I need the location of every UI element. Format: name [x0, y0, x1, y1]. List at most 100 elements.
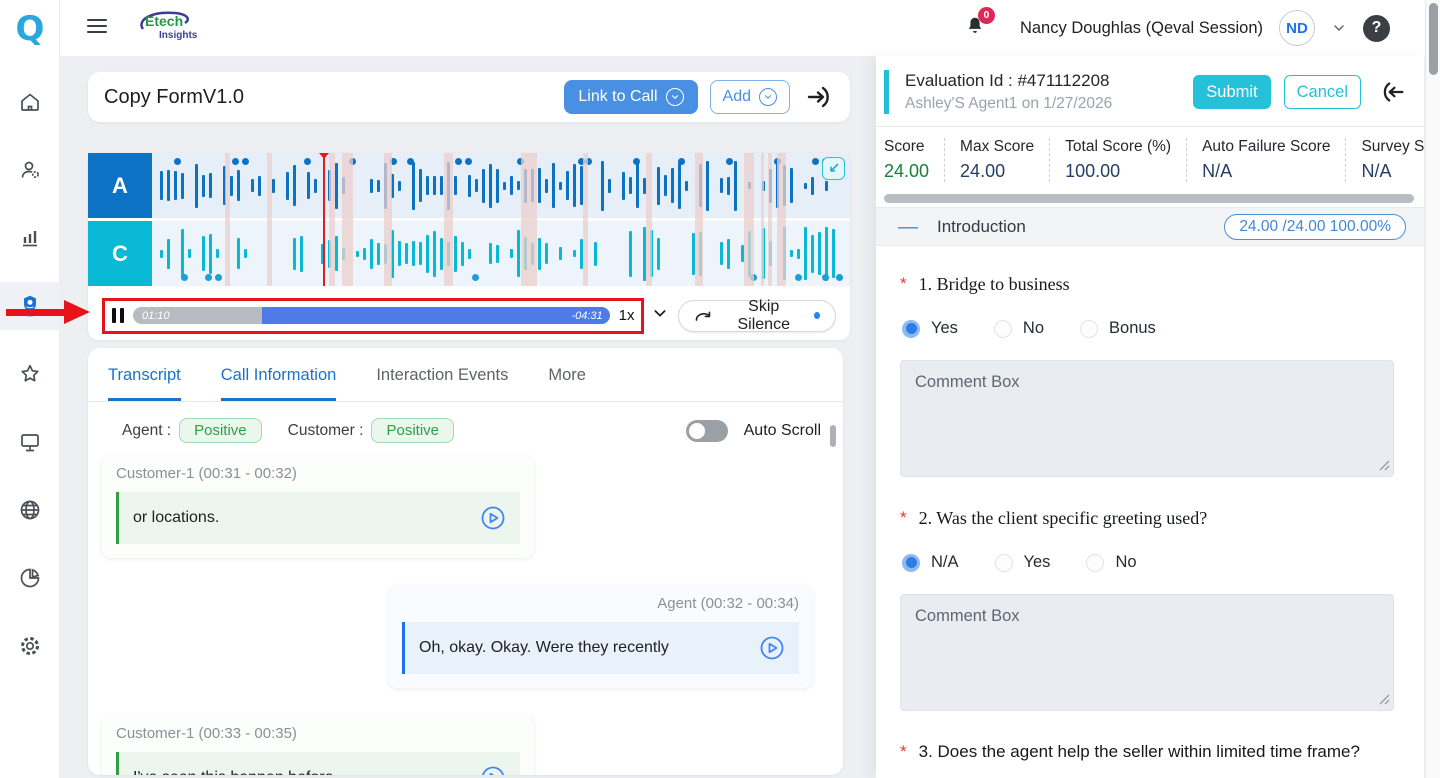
transcript-card: Transcript Call Information Interaction … — [88, 348, 843, 775]
transcript-message: Customer-1 (00:31 - 00:32)or locations. — [102, 455, 534, 558]
agent-sentiment-label: Agent : — [122, 422, 171, 440]
pause-button[interactable] — [112, 308, 124, 323]
score-value: 24.00 — [960, 161, 1034, 182]
radio-button[interactable] — [994, 320, 1012, 338]
sidebar-item-reports[interactable] — [0, 214, 60, 262]
playhead-cursor[interactable] — [323, 153, 325, 286]
svg-text:Insights: Insights — [159, 30, 198, 41]
radio-option-na[interactable]: N/A — [902, 553, 959, 572]
speech-markers-c — [160, 274, 846, 281]
score-cell: Total Score (%)100.00 — [1050, 138, 1187, 182]
monitor-icon — [18, 430, 42, 454]
home-icon — [18, 90, 42, 114]
notification-bell[interactable]: 0 — [964, 14, 986, 43]
section-score-badge: 24.00 /24.00 100.00% — [1224, 214, 1406, 240]
horizontal-scrollbar-thumb[interactable] — [884, 194, 1414, 203]
comment-box-wrap — [900, 360, 1394, 482]
play-message-button[interactable] — [480, 505, 506, 531]
help-button[interactable]: ? — [1363, 15, 1390, 42]
radio-button[interactable] — [995, 554, 1013, 572]
score-value: N/A — [1202, 161, 1330, 182]
progress-bar[interactable]: 01:10 -04:31 — [133, 307, 610, 324]
auto-scroll-label: Auto Scroll — [744, 422, 821, 440]
comment-box-wrap — [900, 594, 1394, 716]
required-asterisk: * — [900, 740, 907, 764]
transcript-scrollbar-thumb[interactable] — [830, 425, 836, 447]
page-scrollbar[interactable] — [1425, 0, 1440, 778]
user-gear-icon — [18, 158, 42, 182]
auto-scroll-toggle[interactable] — [686, 420, 728, 442]
tab-transcript[interactable]: Transcript — [108, 366, 181, 401]
add-button[interactable]: Add — [710, 80, 790, 114]
radio-button[interactable] — [902, 320, 920, 338]
agent-sentiment-badge: Positive — [179, 418, 262, 443]
qeval-logo: Q — [0, 0, 60, 58]
sidebar-item-monitor[interactable] — [0, 418, 60, 466]
radio-group: Yes No Bonus — [902, 319, 1394, 338]
sidebar-item-settings[interactable] — [0, 622, 60, 670]
page-scrollbar-thumb[interactable] — [1429, 3, 1438, 75]
remaining-time: -04:31 — [571, 310, 602, 322]
hamburger-menu-icon[interactable] — [87, 18, 107, 39]
channel-a-label: A — [88, 153, 152, 218]
waveform[interactable]: A C — [88, 153, 850, 286]
link-to-call-button[interactable]: Link to Call — [564, 80, 697, 114]
radio-button[interactable] — [902, 554, 920, 572]
skip-silence-status-dot — [814, 312, 820, 319]
sidebar-item-home[interactable] — [0, 78, 60, 126]
comment-box[interactable] — [900, 594, 1394, 711]
comment-box[interactable] — [900, 360, 1394, 477]
tab-call-information[interactable]: Call Information — [221, 366, 337, 401]
tab-more[interactable]: More — [548, 366, 586, 401]
question-text-row: *1. Bridge to business — [900, 272, 1394, 297]
waveform-bars-a — [160, 153, 846, 218]
tab-interaction-events[interactable]: Interaction Events — [376, 366, 508, 401]
transcript-message: Agent (00:32 - 00:34)Oh, okay. Okay. Wer… — [388, 585, 813, 688]
chevron-down-icon[interactable] — [1331, 20, 1347, 36]
collapse-waveform-icon[interactable] — [822, 157, 845, 180]
section-collapse-icon[interactable]: — — [898, 217, 918, 237]
play-message-button[interactable] — [480, 765, 506, 775]
customer-sentiment-badge: Positive — [371, 418, 454, 443]
radio-option-no[interactable]: No — [994, 319, 1044, 338]
open-panel-arrow-icon[interactable] — [802, 81, 834, 113]
evaluation-panel: Evaluation Id : #471112208 Ashley'S Agen… — [876, 56, 1424, 778]
message-text: I've seen this happen before. — [133, 769, 480, 775]
link-to-call-label: Link to Call — [578, 88, 657, 106]
message-speaker-time: Customer-1 (00:33 - 00:35) — [116, 725, 520, 742]
skip-silence-button[interactable]: Skip Silence — [678, 300, 836, 332]
avatar[interactable]: ND — [1279, 10, 1315, 46]
radio-option-no[interactable]: No — [1086, 553, 1136, 572]
radio-label: No — [1023, 319, 1044, 338]
cancel-button[interactable]: Cancel — [1284, 75, 1361, 109]
radio-option-yes[interactable]: Yes — [902, 319, 958, 338]
annotation-arrow — [6, 300, 92, 324]
question-text: 1. Bridge to business — [919, 272, 1070, 297]
sidebar-item-favorites[interactable] — [0, 350, 60, 398]
score-strip: Score24.00Max Score24.00Total Score (%)1… — [876, 127, 1424, 194]
sidebar-item-web[interactable] — [0, 486, 60, 534]
play-message-button[interactable] — [759, 635, 785, 661]
submit-button[interactable]: Submit — [1193, 75, 1270, 109]
radio-label: No — [1115, 553, 1136, 572]
sidebar-item-agent-settings[interactable] — [0, 146, 60, 194]
score-cell: Max Score24.00 — [945, 138, 1050, 182]
player-options-chevron-icon[interactable] — [652, 305, 668, 326]
score-cell: Auto Failure Score N/A — [1187, 138, 1346, 182]
radio-button[interactable] — [1086, 554, 1104, 572]
form-title-card: Copy FormV1.0 Link to Call Add — [88, 72, 850, 122]
radio-button[interactable] — [1080, 320, 1098, 338]
left-sidebar: Q — [0, 0, 60, 778]
radio-option-bonus[interactable]: Bonus — [1080, 319, 1156, 338]
question-text: 2. Was the client specific greeting used… — [919, 506, 1208, 531]
sidebar-item-analytics[interactable] — [0, 554, 60, 602]
message-bubble: Oh, okay. Okay. Were they recently — [402, 622, 799, 674]
message-speaker-time: Customer-1 (00:31 - 00:32) — [116, 465, 520, 482]
radio-option-yes[interactable]: Yes — [995, 553, 1051, 572]
playback-speed[interactable]: 1x — [619, 307, 635, 324]
score-label: Auto Failure Score — [1202, 138, 1330, 156]
evaluation-subtitle: Ashley'S Agent1 on 1/27/2026 — [905, 95, 1112, 113]
radio-label: Bonus — [1109, 319, 1156, 338]
collapse-panel-arrow-icon[interactable] — [1378, 77, 1408, 107]
skip-silence-icon — [694, 308, 713, 324]
